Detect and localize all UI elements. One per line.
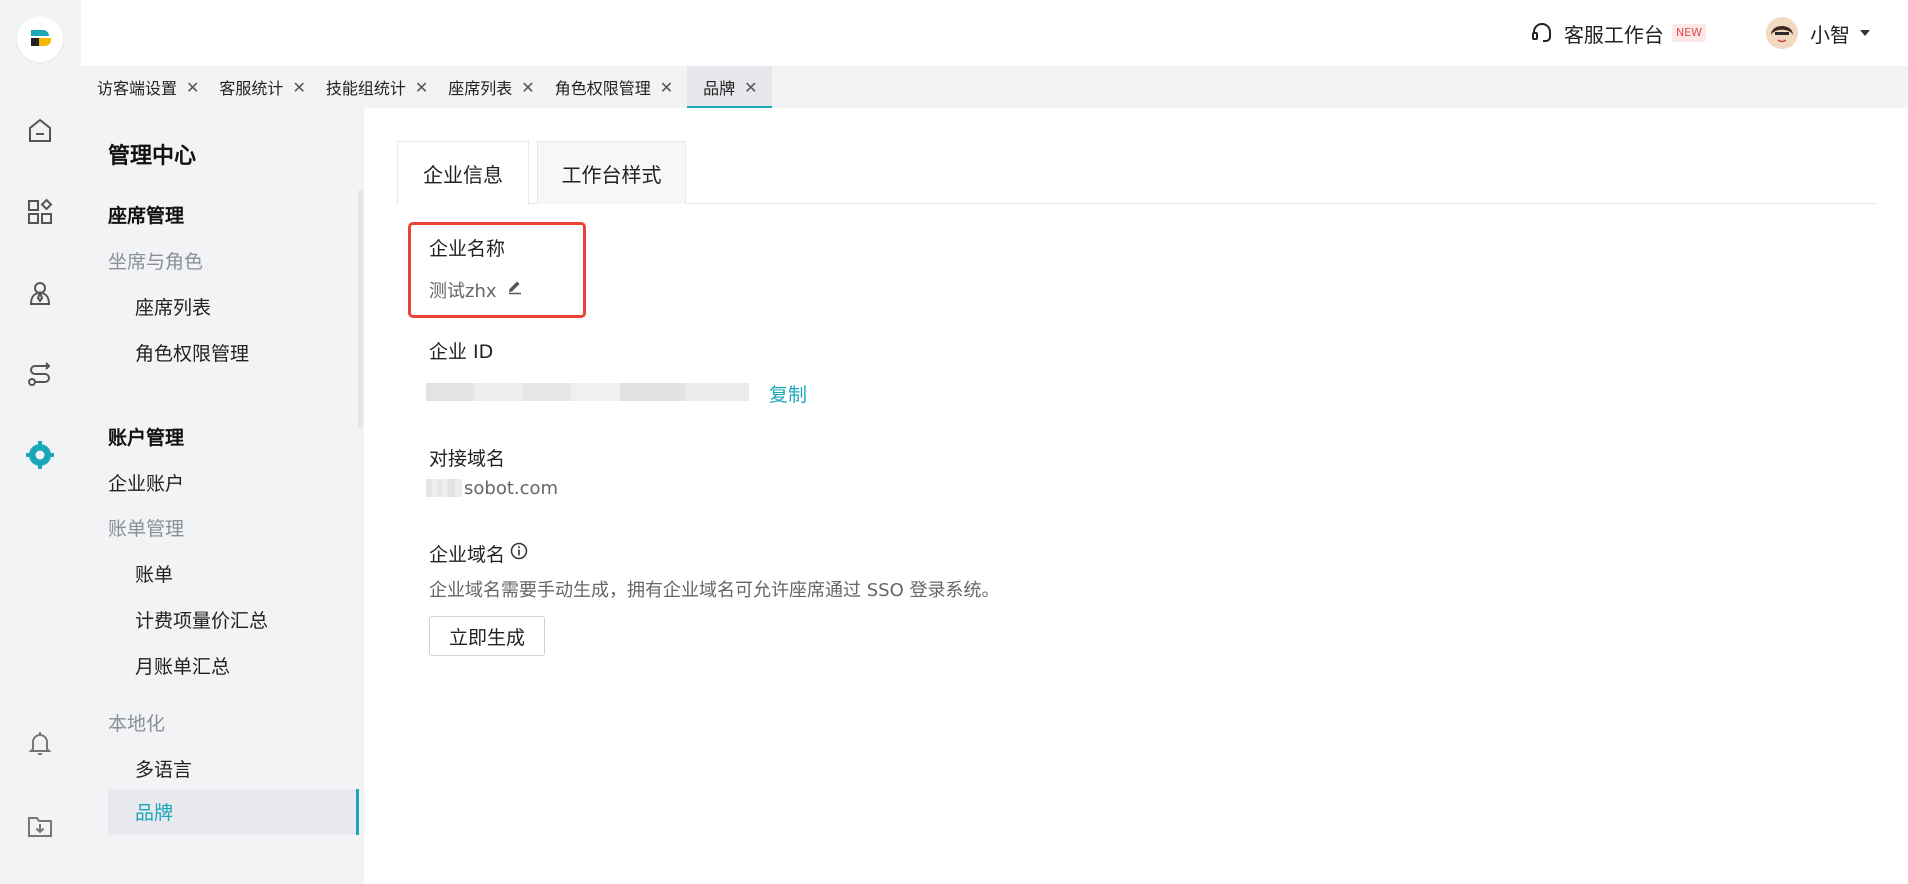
close-icon[interactable]: ✕ [186, 78, 199, 97]
enterprise-domain-description: 企业域名需要手动生成，拥有企业域名可允许座席通过 SSO 登录系统。 [429, 580, 1000, 601]
tab-label: 访客端设置 [97, 79, 178, 98]
tab-enterprise-info[interactable]: 企业信息 [397, 141, 529, 205]
sidebar-item-billing-summary[interactable]: 计费项量价汇总 [135, 606, 268, 633]
tab-label: 客服统计 [219, 79, 284, 98]
tab-service-stats[interactable]: 客服统计 ✕ [213, 66, 319, 108]
sidebar-item-monthly-bill[interactable]: 月账单汇总 [135, 652, 230, 679]
company-name-label: 企业名称 [429, 238, 506, 260]
sidebar-category-agents-roles[interactable]: 坐席与角色 [108, 247, 203, 274]
sidebar-item-role-permissions[interactable]: 角色权限管理 [135, 339, 249, 366]
close-icon[interactable]: ✕ [415, 78, 428, 97]
sidebar-item-brand[interactable]: 品牌 [108, 789, 359, 835]
sidebar-group-account-management: 账户管理 [108, 427, 185, 449]
app-logo[interactable] [17, 16, 63, 62]
company-id-value [426, 383, 749, 401]
tab-label: 座席列表 [448, 79, 513, 98]
headset-icon [1531, 23, 1551, 42]
left-rail [0, 0, 81, 884]
download-folder-icon[interactable] [25, 811, 55, 841]
tab-skill-group-stats[interactable]: 技能组统计 ✕ [320, 66, 442, 108]
info-icon[interactable] [510, 542, 528, 560]
company-name-value: 测试zhx [429, 281, 497, 302]
main-content: 企业信息 工作台样式 企业名称 测试zhx 企业 ID 复制 对接域名 sobo… [364, 108, 1908, 884]
domain-label: 对接域名 [429, 448, 506, 470]
sidebar-group-agent-management: 座席管理 [108, 205, 185, 227]
workbench-label: 客服工作台 [1563, 22, 1664, 47]
sidebar-title: 管理中心 [108, 144, 197, 169]
page-tabs: 访客端设置 ✕ 客服统计 ✕ 技能组统计 ✕ 座席列表 ✕ 角色权限管理 ✕ 品牌 ✕ [81, 66, 1908, 108]
tab-role-permissions[interactable]: 角色权限管理 ✕ [549, 66, 687, 108]
apps-icon[interactable] [25, 197, 55, 227]
edit-icon[interactable] [506, 278, 524, 296]
user-menu[interactable]: 小智 [1766, 16, 1870, 50]
logo-icon [31, 30, 51, 46]
sidebar-item-enterprise-account[interactable]: 企业账户 [108, 469, 184, 496]
tab-visitor-settings[interactable]: 访客端设置 ✕ [91, 66, 213, 108]
close-icon[interactable]: ✕ [744, 78, 757, 97]
management-sidebar: 管理中心 座席管理 坐席与角色 座席列表 角色权限管理 账户管理 企业账户 账单… [81, 108, 364, 884]
generate-now-button[interactable]: 立即生成 [429, 616, 545, 656]
top-bar: 客服工作台 NEW 小智 [81, 0, 1908, 66]
home-icon[interactable] [25, 116, 55, 146]
sidebar-category-billing[interactable]: 账单管理 [108, 514, 184, 541]
tab-brand[interactable]: 品牌 ✕ [687, 66, 772, 108]
avatar [1766, 17, 1798, 49]
sidebar-category-localization[interactable]: 本地化 [108, 709, 165, 736]
chevron-down-icon [1860, 30, 1870, 36]
domain-prefix-blur [426, 479, 462, 497]
scrollbar[interactable] [358, 190, 363, 428]
sidebar-item-multilanguage[interactable]: 多语言 [135, 755, 192, 782]
tab-workbench-style[interactable]: 工作台样式 [537, 141, 686, 204]
tab-agent-list[interactable]: 座席列表 ✕ [442, 66, 548, 108]
tab-label: 技能组统计 [325, 79, 406, 98]
route-icon[interactable] [25, 359, 55, 389]
enterprise-domain-label: 企业域名 [429, 544, 506, 566]
copy-button[interactable]: 复制 [769, 380, 807, 407]
bell-icon[interactable] [25, 728, 55, 758]
company-id-label: 企业 ID [429, 341, 494, 363]
domain-value: sobot.com [464, 478, 559, 499]
workbench-entry[interactable]: 客服工作台 NEW [1530, 20, 1706, 47]
tab-label: 角色权限管理 [554, 79, 651, 98]
sidebar-item-bill[interactable]: 账单 [135, 560, 173, 587]
close-icon[interactable]: ✕ [660, 78, 673, 97]
close-icon[interactable]: ✕ [292, 78, 305, 97]
close-icon[interactable]: ✕ [521, 78, 534, 97]
tab-label: 品牌 [703, 79, 736, 98]
user-name: 小智 [1810, 22, 1850, 47]
sidebar-item-agent-list[interactable]: 座席列表 [135, 293, 211, 320]
sidebar-item-label: 品牌 [135, 802, 174, 824]
content-tabs: 企业信息 工作台样式 [397, 141, 1876, 205]
new-badge: NEW [1671, 24, 1706, 42]
gear-icon[interactable] [25, 440, 55, 470]
user-icon[interactable] [25, 278, 55, 308]
